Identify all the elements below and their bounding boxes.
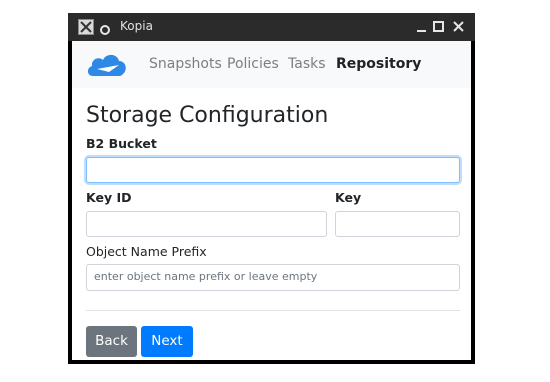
nav-repository[interactable]: Repository [336,56,421,72]
b2-bucket-input[interactable] [86,157,460,183]
kopia-logo[interactable] [85,50,129,80]
key-input[interactable] [335,211,460,237]
page-title: Storage Configuration [86,103,329,128]
next-button[interactable]: Next [141,326,193,357]
x-app-icon [78,19,94,35]
nav-policies[interactable]: Policies [227,56,279,72]
navbar: Snapshots Policies Tasks Repository [72,41,471,88]
nav-tasks[interactable]: Tasks [288,56,326,72]
app-window: Kopia Snapshots Policies Tasks Repositor… [68,13,475,364]
maximize-icon[interactable] [431,19,446,34]
divider [86,310,460,311]
b2-bucket-label: B2 Bucket [86,136,157,151]
nav-snapshots[interactable]: Snapshots [149,56,222,72]
minimize-icon[interactable] [414,19,429,34]
app-content: Snapshots Policies Tasks Repository Stor… [72,41,471,360]
pin-icon[interactable] [99,21,111,35]
close-icon[interactable] [451,19,466,34]
back-button[interactable]: Back [86,326,137,357]
key-id-input[interactable] [86,211,327,237]
object-prefix-label: Object Name Prefix [86,244,207,259]
title-bar[interactable]: Kopia [68,13,475,41]
window-title: Kopia [120,19,153,33]
key-id-label: Key ID [86,190,132,205]
object-prefix-input[interactable]: enter object name prefix or leave empty [86,264,460,291]
key-label: Key [335,190,362,205]
